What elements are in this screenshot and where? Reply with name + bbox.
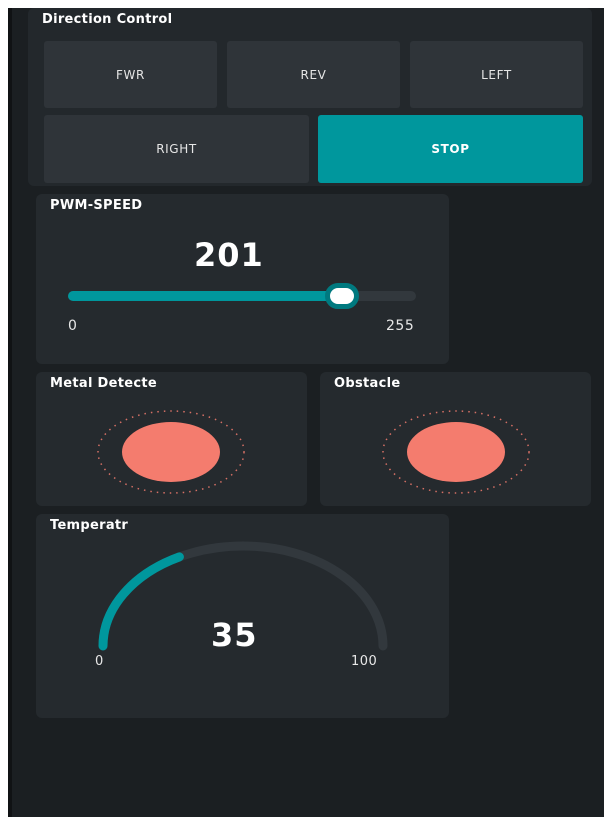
pwm-slider-fill xyxy=(68,291,342,301)
temperature-value: 35 xyxy=(211,616,258,654)
obstacle-title: Obstacle xyxy=(334,376,401,391)
pwm-speed-widget: PWM-SPEED xyxy=(36,194,449,364)
rev-button[interactable]: REV xyxy=(227,41,400,108)
pwm-min-label: 0 xyxy=(68,318,78,334)
screen-left-border xyxy=(8,8,12,817)
left-button[interactable]: LEFT xyxy=(410,41,583,108)
led-indicator-icon xyxy=(382,410,530,494)
pwm-slider-thumb[interactable] xyxy=(325,283,359,309)
outer-margin xyxy=(0,0,8,817)
temperature-gauge-widget: Temperatr 35 0 100 xyxy=(36,514,449,718)
stop-button[interactable]: STOP xyxy=(318,115,583,183)
gauge-max-label: 100 xyxy=(351,654,378,669)
direction-control-widget: Direction Control FWR REV LEFT RIGHT STO… xyxy=(28,8,592,186)
fwr-button[interactable]: FWR xyxy=(44,41,217,108)
metal-detect-title: Metal Detecte xyxy=(50,376,157,391)
direction-control-title: Direction Control xyxy=(42,12,173,27)
right-button[interactable]: RIGHT xyxy=(44,115,309,183)
pwm-speed-title: PWM-SPEED xyxy=(50,198,143,213)
metal-detect-widget: Metal Detecte xyxy=(36,372,307,506)
led-indicator-icon xyxy=(97,410,245,494)
gauge-fill xyxy=(98,552,184,651)
gauge-min-label: 0 xyxy=(95,654,104,669)
pwm-slider-track[interactable] xyxy=(68,291,416,301)
pwm-speed-value: 201 xyxy=(194,236,264,274)
pwm-max-label: 255 xyxy=(386,318,415,334)
obstacle-widget: Obstacle xyxy=(320,372,591,506)
